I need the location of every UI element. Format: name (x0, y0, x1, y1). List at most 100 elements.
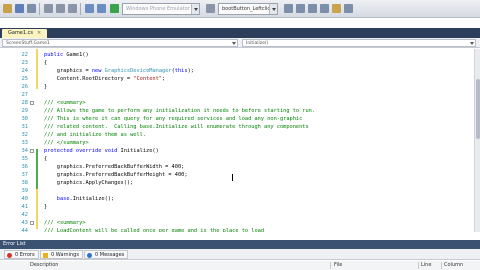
code-token: Initialize() (120, 148, 159, 154)
line-number: 26 (21, 84, 28, 90)
code-line[interactable]: 37 graphics.PreferredBackBufferHeight = … (0, 171, 476, 179)
toolbox-icon[interactable] (320, 4, 329, 13)
code-line[interactable]: 24 graphics = new GraphicsDeviceManager(… (0, 67, 476, 75)
properties-icon[interactable] (308, 4, 317, 13)
copy-icon[interactable] (56, 4, 65, 13)
code-token: Content.RootDirectory = (44, 76, 134, 82)
line-number: 30 (21, 116, 28, 122)
find-combo[interactable]: bootButton_Leftclick (218, 3, 278, 15)
undo-icon[interactable] (85, 4, 94, 13)
cut-icon[interactable] (44, 4, 53, 13)
error-list-header: Description File Line Column (0, 261, 480, 270)
tab-game1-cs[interactable]: Game1.cs × (2, 29, 48, 38)
paste-icon[interactable] (68, 4, 77, 13)
line-number: 24 (21, 68, 28, 74)
find-icon[interactable] (284, 4, 293, 13)
warnings-count: 0 Warnings (51, 252, 79, 258)
solution-explorer-icon[interactable] (296, 4, 305, 13)
code-token: graphics.PreferredBackBufferWidth = 400; (44, 164, 185, 170)
code-line[interactable]: 28 /// <summary> (0, 99, 476, 107)
code-line[interactable]: 29 /// Allows the game to perform any ini… (0, 107, 476, 115)
code-text: /// LoadContent will be called once per … (44, 227, 264, 232)
column-separator (330, 262, 331, 269)
code-token: .Initialize(); (69, 196, 115, 202)
code-line[interactable]: 23 { (0, 59, 476, 67)
collapse-icon[interactable] (30, 101, 34, 105)
code-token: ); (187, 68, 194, 74)
scrollbar-thumb[interactable] (476, 79, 480, 139)
code-token: } (44, 84, 48, 90)
line-number: 23 (21, 60, 28, 66)
column-description[interactable]: Description (30, 261, 58, 270)
code-token: /// <summary> (44, 100, 86, 106)
messages-filter-button[interactable]: 0 Messages (84, 250, 129, 259)
warnings-filter-button[interactable]: 0 Warnings (40, 250, 83, 259)
column-separator (418, 262, 419, 269)
code-token: graphics = (44, 68, 92, 74)
code-line[interactable]: 40 base.Initialize(); (0, 195, 476, 203)
member-selector-label: Initialize() (246, 41, 269, 46)
code-token: { (44, 156, 48, 162)
code-line[interactable]: 22 public Game1() (0, 51, 476, 59)
errors-filter-button[interactable]: 0 Errors (4, 250, 39, 259)
code-token: graphics.ApplyChanges(); (44, 180, 134, 186)
close-icon[interactable]: × (37, 30, 41, 36)
code-line[interactable]: 30 /// This is where it can query for any… (0, 115, 476, 123)
code-text: } (44, 83, 47, 91)
code-line[interactable]: 38 graphics.ApplyChanges(); (0, 179, 476, 187)
code-line[interactable]: 42 (0, 211, 476, 219)
device-target-combo[interactable]: Windows Phone Emulator (122, 3, 200, 15)
member-selector[interactable]: Initialize() (242, 39, 476, 47)
object-browser-icon[interactable] (332, 4, 341, 13)
open-icon[interactable] (3, 4, 12, 13)
code-token: /// This is where it can query for any r… (44, 116, 303, 122)
column-line[interactable]: Line (421, 261, 431, 270)
chevron-down-icon (470, 42, 474, 45)
code-line[interactable]: 32 /// and initialize them as well. (0, 131, 476, 139)
toolbar-separator (80, 3, 81, 15)
errors-count: 0 Errors (15, 252, 35, 258)
info-icon (87, 253, 92, 258)
collapse-icon[interactable] (30, 221, 34, 225)
class-selector[interactable]: ScreenStuff.Game1 (2, 39, 238, 47)
code-token: base (44, 196, 70, 202)
code-text: /// Allows the game to perform any initi… (44, 107, 315, 115)
code-line[interactable]: 27 (0, 91, 476, 99)
code-token: graphics.PreferredBackBufferHeight = 400… (44, 172, 188, 178)
code-token: /// <summary> (44, 220, 86, 226)
column-file[interactable]: File (334, 261, 342, 270)
attach-icon[interactable] (206, 4, 215, 13)
code-token: /// related content. Calling base.Initia… (44, 124, 309, 130)
start-page-icon[interactable] (344, 4, 353, 13)
save-icon[interactable] (15, 4, 24, 13)
code-line[interactable]: 41} (0, 203, 476, 211)
code-token: /// </summary> (44, 140, 89, 146)
redo-icon[interactable] (97, 4, 106, 13)
code-line[interactable]: 43 /// <summary> (0, 219, 476, 227)
code-line[interactable]: 33 /// </summary> (0, 139, 476, 147)
text-caret (232, 174, 233, 181)
collapse-icon[interactable] (30, 149, 34, 153)
code-line[interactable]: 26} (0, 83, 476, 91)
line-number: 40 (21, 196, 28, 202)
start-debug-icon[interactable] (110, 4, 119, 13)
code-token: Game1() (66, 52, 89, 58)
code-token: /// and initialize them as well. (44, 132, 147, 138)
code-line[interactable]: 36 graphics.PreferredBackBufferWidth = 4… (0, 163, 476, 171)
code-line[interactable]: 25 Content.RootDirectory = "Content"; (0, 75, 476, 83)
code-line[interactable]: 39 (0, 187, 476, 195)
line-number: 33 (21, 140, 28, 146)
line-number: 27 (21, 92, 28, 98)
vertical-scrollbar[interactable] (474, 49, 480, 232)
column-column[interactable]: Column (444, 261, 463, 270)
code-editor[interactable]: 22 public Game1() 23 {24 graphics = new Gra… (0, 49, 476, 232)
main-toolbar: Windows Phone Emulator bootButton_Leftcl… (0, 0, 480, 18)
code-text: Content.RootDirectory = "Content"; (44, 75, 165, 83)
code-line[interactable]: 34 protected override void Initialize() (0, 147, 476, 155)
code-line[interactable]: 44 /// LoadContent will be called once pe… (0, 227, 476, 232)
save-all-icon[interactable] (27, 4, 36, 13)
find-combo-label: bootButton_Leftclick (222, 6, 274, 12)
line-number: 34 (21, 148, 28, 154)
code-line[interactable]: 35 { (0, 155, 476, 163)
code-line[interactable]: 31 /// related content. Calling base.Init… (0, 123, 476, 131)
